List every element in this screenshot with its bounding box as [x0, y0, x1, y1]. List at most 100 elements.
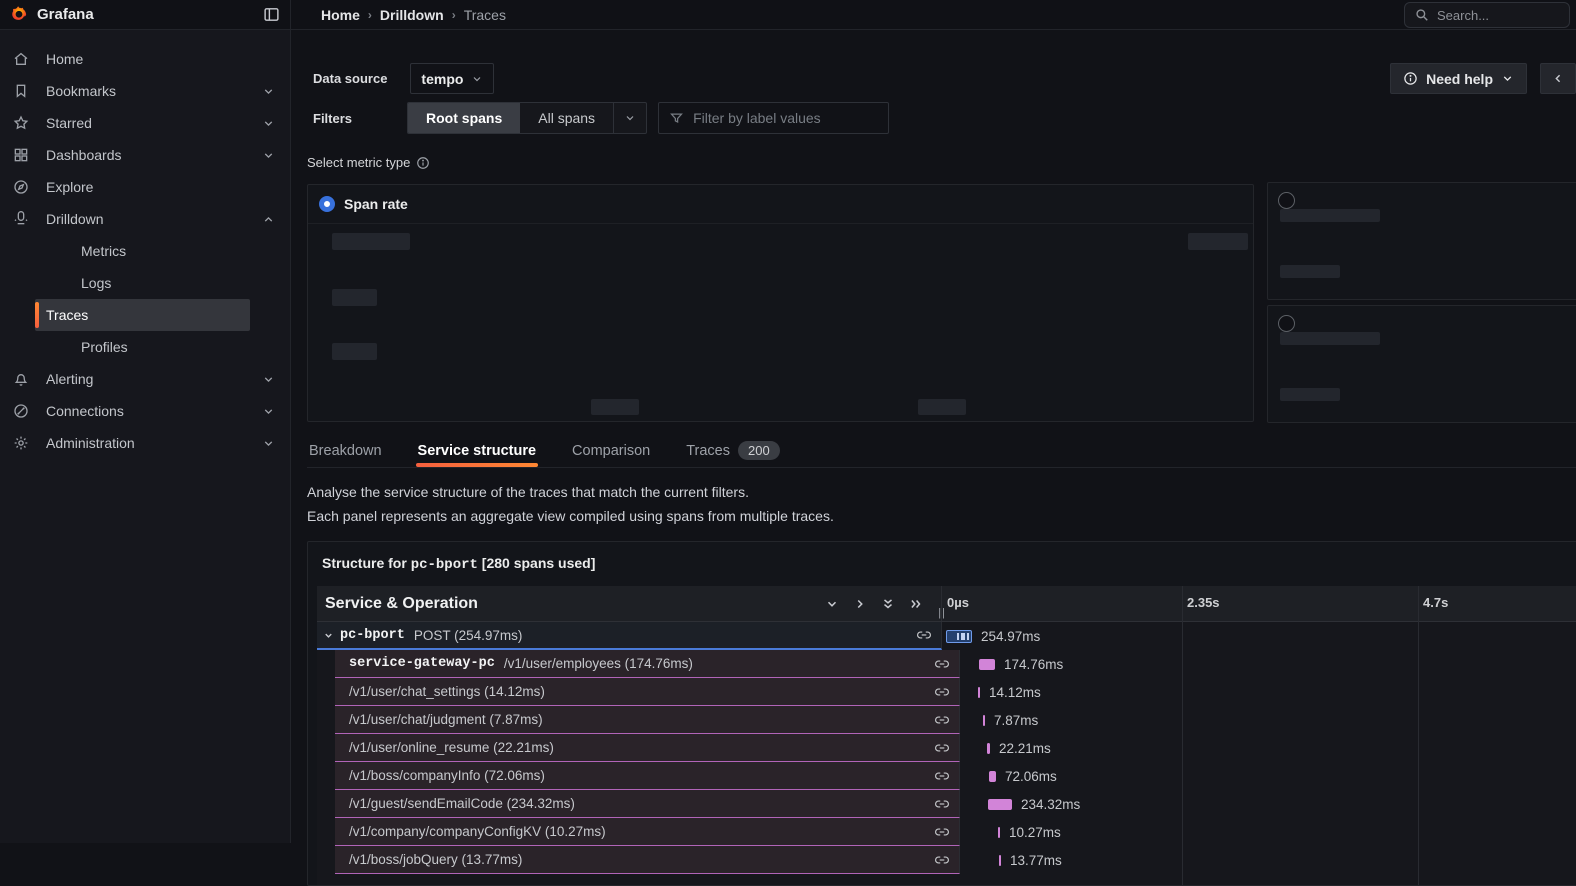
tab-service-structure[interactable]: Service structure — [416, 434, 538, 467]
span-duration: 234.32ms — [1021, 797, 1080, 812]
chevron-up-icon[interactable] — [262, 213, 275, 226]
chevron-down-icon[interactable] — [262, 373, 275, 386]
description-line: Each panel represents an aggregate view … — [307, 504, 834, 528]
tab-traces[interactable]: Traces 200 — [684, 434, 781, 467]
root-spans-option[interactable]: Root spans — [408, 103, 520, 133]
chevron-down-icon[interactable] — [262, 149, 275, 162]
chevron-down-icon — [471, 73, 483, 85]
service-cell[interactable]: /v1/user/chat/judgment (7.87ms) — [335, 706, 960, 734]
span-bar[interactable] — [988, 799, 1012, 810]
sidebar-item-alerting[interactable]: Alerting — [0, 363, 290, 395]
sidebar-toggle-icon[interactable] — [263, 6, 280, 23]
all-spans-option[interactable]: All spans — [520, 103, 613, 133]
service-cell[interactable]: /v1/user/chat_settings (14.12ms) — [335, 678, 960, 706]
sidebar-item-administration[interactable]: Administration — [0, 427, 290, 459]
span-bar[interactable] — [979, 659, 995, 670]
chevron-down-icon[interactable] — [262, 405, 275, 418]
sidebar-item-logs[interactable]: Logs — [35, 267, 250, 299]
search-input[interactable]: Search... — [1404, 2, 1570, 28]
service-cell[interactable]: /v1/company/companyConfigKV (10.27ms) — [335, 818, 960, 846]
collapse-controls-button[interactable] — [1540, 63, 1576, 94]
link-icon[interactable] — [935, 657, 949, 671]
span-bar[interactable] — [983, 715, 985, 726]
table-row[interactable]: service-gateway-pc /v1/user/employees (1… — [317, 650, 1576, 678]
sidebar-item-metrics[interactable]: Metrics — [35, 235, 250, 267]
span-duration: 14.12ms — [989, 685, 1041, 700]
service-cell[interactable]: /v1/guest/sendEmailCode (234.32ms) — [335, 790, 960, 818]
span-bar[interactable] — [978, 687, 980, 698]
sidebar-item-dashboards[interactable]: Dashboards — [0, 139, 290, 171]
table-row[interactable]: /v1/user/chat/judgment (7.87ms) 7.87ms — [317, 706, 1576, 734]
span-duration: 22.21ms — [999, 741, 1051, 756]
table-row[interactable]: /v1/guest/sendEmailCode (234.32ms) 234.3… — [317, 790, 1576, 818]
sidebar-item-connections[interactable]: Connections — [0, 395, 290, 427]
tab-comparison[interactable]: Comparison — [570, 434, 652, 467]
service-cell[interactable]: /v1/boss/companyInfo (72.06ms) — [335, 762, 960, 790]
loading-skeleton — [591, 399, 639, 415]
span-rate-panel[interactable]: Span rate — [307, 184, 1254, 422]
expand-all-icon[interactable] — [909, 597, 923, 611]
chevron-down-icon — [624, 112, 636, 124]
bell-icon — [13, 371, 29, 387]
star-icon — [13, 115, 29, 131]
sidebar-item-explore[interactable]: Explore — [0, 171, 290, 203]
span-bar[interactable] — [999, 855, 1001, 866]
table-row[interactable]: /v1/user/online_resume (22.21ms) 22.21ms — [317, 734, 1576, 762]
tab-breakdown[interactable]: Breakdown — [307, 434, 384, 467]
service-cell[interactable]: pc-bport POST (254.97ms) — [317, 622, 942, 650]
link-icon[interactable] — [935, 741, 949, 755]
sidebar-item-home[interactable]: Home — [0, 43, 290, 75]
table-row[interactable]: /v1/company/companyConfigKV (10.27ms) 10… — [317, 818, 1576, 846]
gear-icon — [13, 435, 29, 451]
breadcrumb-drilldown[interactable]: Drilldown — [380, 7, 444, 23]
link-icon[interactable] — [935, 685, 949, 699]
service-cell[interactable]: /v1/user/online_resume (22.21ms) — [335, 734, 960, 762]
grafana-logo[interactable] — [10, 6, 28, 24]
chevron-down-icon[interactable] — [323, 630, 334, 641]
span-bar[interactable] — [946, 630, 972, 643]
link-icon[interactable] — [935, 769, 949, 783]
service-cell[interactable]: /v1/boss/jobQuery (13.77ms) — [335, 846, 960, 874]
metric-radio-unselected[interactable] — [1278, 315, 1295, 332]
link-icon[interactable] — [935, 797, 949, 811]
collapse-one-icon[interactable] — [825, 597, 839, 611]
metric-radio-unselected[interactable] — [1278, 192, 1295, 209]
table-row[interactable]: /v1/boss/jobQuery (13.77ms) 13.77ms — [317, 846, 1576, 874]
link-icon[interactable] — [935, 713, 949, 727]
table-row[interactable]: /v1/boss/companyInfo (72.06ms) 72.06ms — [317, 762, 1576, 790]
table-row[interactable]: pc-bport POST (254.97ms) 254.97ms — [317, 622, 1576, 650]
span-bar[interactable] — [998, 827, 1000, 838]
service-cell[interactable]: service-gateway-pc /v1/user/employees (1… — [335, 650, 960, 678]
time-tick: 4.7s — [1423, 595, 1448, 610]
info-icon[interactable] — [416, 156, 430, 170]
span-duration: 13.77ms — [1010, 853, 1062, 868]
loading-skeleton — [1280, 265, 1340, 278]
scope-more-dropdown[interactable] — [613, 103, 646, 133]
link-icon[interactable] — [935, 825, 949, 839]
main-content: Data source tempo Need help Filters Root… — [291, 30, 1576, 843]
service-structure-panel: Structure for pc-bport [280 spans used] … — [307, 541, 1576, 886]
sidebar-item-drilldown[interactable]: Drilldown — [0, 203, 290, 235]
chevron-down-icon[interactable] — [262, 85, 275, 98]
span-rate-radio[interactable] — [319, 196, 335, 212]
link-icon[interactable] — [917, 628, 931, 642]
metric-option-panel[interactable] — [1267, 182, 1576, 300]
sidebar-item-traces[interactable]: Traces — [35, 299, 250, 331]
sidebar-item-starred[interactable]: Starred — [0, 107, 290, 139]
label-filter-input[interactable]: Filter by label values — [658, 102, 889, 134]
metric-option-panel[interactable] — [1267, 305, 1576, 423]
chevron-down-icon[interactable] — [262, 437, 275, 450]
data-source-select[interactable]: tempo — [410, 63, 494, 94]
breadcrumb-home[interactable]: Home — [321, 7, 360, 23]
span-bar[interactable] — [987, 743, 990, 754]
table-row[interactable]: /v1/user/chat_settings (14.12ms) 14.12ms — [317, 678, 1576, 706]
chevron-down-icon[interactable] — [262, 117, 275, 130]
collapse-all-icon[interactable] — [881, 597, 895, 611]
sidebar-item-profiles[interactable]: Profiles — [35, 331, 250, 363]
span-bar[interactable] — [989, 771, 996, 782]
span-duration: 254.97ms — [981, 629, 1040, 644]
link-icon[interactable] — [935, 853, 949, 867]
expand-one-icon[interactable] — [853, 597, 867, 611]
need-help-button[interactable]: Need help — [1390, 63, 1527, 94]
sidebar-item-bookmarks[interactable]: Bookmarks — [0, 75, 290, 107]
